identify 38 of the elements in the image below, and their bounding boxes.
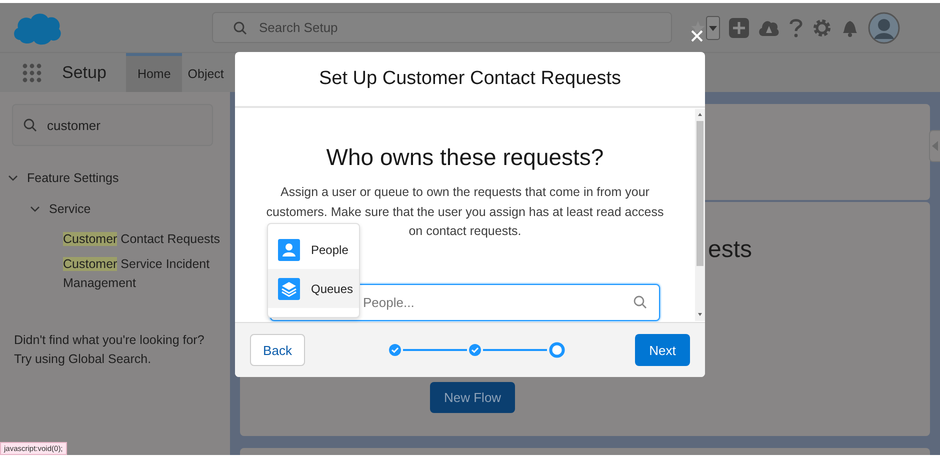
app-name: Setup bbox=[62, 62, 106, 82]
chevron-icon[interactable] bbox=[30, 204, 40, 214]
search-field[interactable]: Search Setup bbox=[212, 12, 672, 43]
page-heading: ests bbox=[708, 236, 752, 264]
question-heading: Who owns these requests? bbox=[326, 144, 604, 171]
app-launcher-icon[interactable] bbox=[22, 62, 42, 82]
chevron-icon[interactable] bbox=[8, 172, 18, 182]
quick-find-field[interactable]: customer bbox=[12, 104, 213, 146]
avatar-icon[interactable] bbox=[868, 12, 900, 44]
settings-icon[interactable] bbox=[812, 18, 832, 38]
plus-icon[interactable] bbox=[729, 18, 749, 38]
new-flow-button[interactable]: New Flow bbox=[430, 382, 516, 413]
dropdown-item[interactable]: Queues bbox=[268, 269, 359, 308]
search-icon bbox=[633, 295, 647, 309]
lookup-placeholder: People... bbox=[363, 294, 414, 310]
help-icon[interactable] bbox=[789, 18, 803, 38]
tree-item[interactable]: Service bbox=[49, 202, 91, 216]
help-text: Didn't find what you're looking for? Try using Global Search. bbox=[14, 332, 206, 368]
search-placeholder: Search Setup bbox=[259, 20, 338, 35]
nav-tab[interactable]: Object bbox=[182, 53, 230, 92]
favorites-button[interactable] bbox=[690, 16, 720, 40]
nav-tab[interactable]: Home bbox=[126, 53, 182, 92]
tree-link[interactable]: Customer Service Incident Management bbox=[0, 255, 230, 293]
collapse-handle[interactable] bbox=[929, 130, 940, 162]
modal-title: Set Up Customer Contact Requests bbox=[318, 68, 622, 90]
layers-icon bbox=[278, 278, 300, 300]
tree-link[interactable]: Customer Contact Requests bbox=[0, 230, 230, 249]
search-icon bbox=[23, 118, 37, 132]
back-button[interactable]: Back bbox=[250, 334, 305, 366]
next-button[interactable]: Next bbox=[635, 334, 690, 366]
caret-icon bbox=[706, 16, 720, 40]
tree-item[interactable]: Feature Settings bbox=[27, 170, 119, 184]
quick-find-value: customer bbox=[47, 118, 100, 132]
close-icon[interactable] bbox=[689, 28, 705, 44]
scrollbar[interactable] bbox=[695, 109, 705, 321]
star-icon bbox=[690, 20, 706, 36]
person-icon bbox=[278, 238, 300, 260]
search-icon bbox=[233, 20, 247, 34]
